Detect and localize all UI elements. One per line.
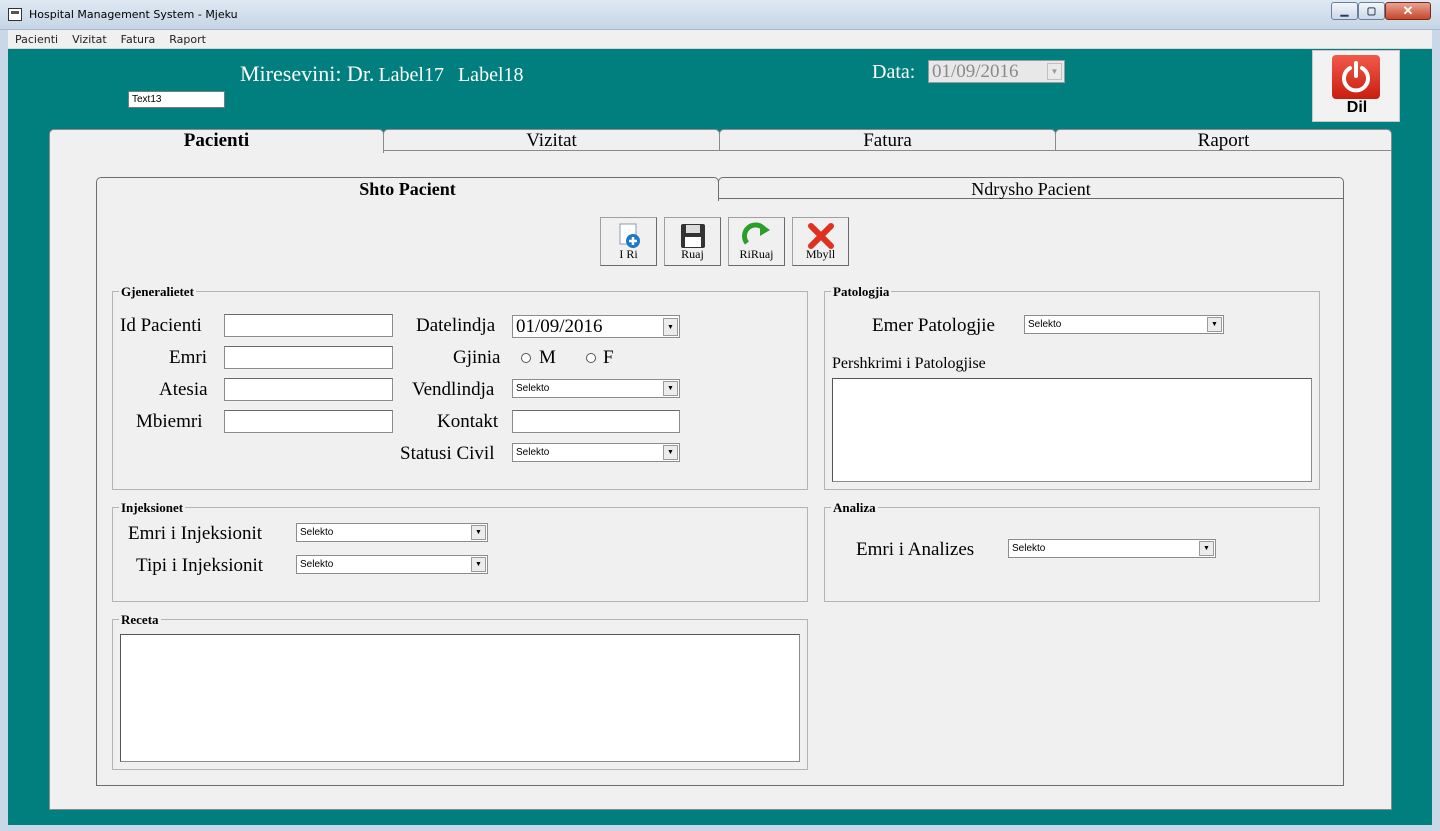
chevron-down-icon[interactable]: ▼ — [471, 525, 486, 540]
mbiemri-label: Mbiemri — [136, 411, 203, 432]
group-patologjia-title: Patologjia — [831, 284, 892, 300]
window-frame-bottom — [0, 825, 1440, 831]
vendlindja-value: Selekto — [516, 383, 550, 394]
chevron-down-icon[interactable]: ▼ — [663, 381, 678, 396]
resave-button-label: RiRuaj — [739, 247, 774, 261]
tipi-injeksionit-value: Selekto — [300, 559, 334, 570]
tipi-injeksionit-label: Tipi i Injeksionit — [136, 555, 264, 576]
window-title: Hospital Management System - Mjeku — [29, 8, 238, 21]
window-frame-right — [1432, 30, 1440, 831]
emri-analizes-label: Emri i Analizes — [856, 539, 975, 560]
resave-button[interactable]: RiRuaj — [728, 217, 785, 266]
chevron-down-icon[interactable]: ▼ — [1207, 317, 1222, 332]
kontakt-label: Kontakt — [437, 411, 499, 432]
receta-textarea[interactable] — [120, 634, 800, 762]
tab-vizitat[interactable]: Vizitat — [383, 129, 720, 151]
logout-button[interactable]: Dil — [1312, 50, 1400, 122]
pershkrimi-textarea[interactable] — [832, 378, 1312, 482]
mbiemri-field[interactable] — [224, 410, 393, 433]
vendlindja-label: Vendlindja — [412, 379, 495, 400]
chevron-down-icon[interactable]: ▼ — [1047, 63, 1062, 80]
gender-m-radio[interactable] — [521, 353, 531, 363]
tab-shto-pacient[interactable]: Shto Pacient — [96, 177, 719, 201]
atesia-label: Atesia — [159, 379, 208, 400]
pershkrimi-label: Pershkrimi i Patologjise — [832, 355, 986, 372]
tab-pacienti[interactable]: Pacienti — [49, 129, 384, 153]
tab-ndrysho-pacient[interactable]: Ndrysho Pacient — [718, 177, 1344, 199]
save-button[interactable]: Ruaj — [664, 217, 721, 266]
statusi-civil-value: Selekto — [516, 447, 550, 458]
id-pacienti-field[interactable] — [224, 314, 393, 337]
datelindja-value: 01/09/2016 — [516, 316, 603, 337]
emer-patologjie-label: Emer Patologjie — [872, 315, 995, 336]
power-icon — [1332, 55, 1380, 99]
emri-field[interactable] — [224, 346, 393, 369]
date-picker-header[interactable]: 01/09/2016 ▼ — [928, 60, 1065, 83]
emri-injeksionit-label: Emri i Injeksionit — [128, 523, 263, 544]
welcome-prefix: Miresevini: Dr. — [240, 61, 375, 86]
datelindja-label: Datelindja — [416, 315, 496, 336]
statusi-civil-select[interactable]: Selekto ▼ — [512, 443, 680, 462]
group-gjeneralitetet-title: Gjeneralietet — [119, 284, 196, 300]
tab-fatura[interactable]: Fatura — [719, 129, 1056, 151]
label18: Label18 — [457, 64, 524, 86]
minimize-button[interactable]: ▁ — [1331, 2, 1358, 20]
label17: Label17 — [378, 64, 444, 86]
new-button[interactable]: I Ri — [600, 217, 657, 266]
id-pacienti-label: Id Pacienti — [120, 315, 202, 336]
chevron-down-icon[interactable]: ▼ — [663, 318, 678, 336]
menu-raport[interactable]: Raport — [169, 33, 206, 46]
menu-pacienti[interactable]: Pacienti — [15, 33, 58, 46]
group-receta-title: Receta — [119, 612, 161, 628]
chevron-down-icon[interactable]: ▼ — [1199, 541, 1214, 556]
menu-fatura[interactable]: Fatura — [121, 33, 156, 46]
gender-f-radio[interactable] — [586, 353, 596, 363]
atesia-field[interactable] — [224, 378, 393, 401]
emri-injeksionit-select[interactable]: Selekto ▼ — [296, 523, 488, 542]
emri-injeksionit-value: Selekto — [300, 527, 334, 538]
chevron-down-icon[interactable]: ▼ — [663, 445, 678, 460]
close-button-label: Mbyll — [805, 247, 836, 261]
emri-analizes-value: Selekto — [1012, 543, 1046, 554]
tipi-injeksionit-select[interactable]: Selekto ▼ — [296, 555, 488, 574]
kontakt-field[interactable] — [512, 410, 680, 433]
emri-analizes-select[interactable]: Selekto ▼ — [1008, 539, 1216, 558]
close-button[interactable]: Mbyll — [792, 217, 849, 266]
window-frame-left — [0, 30, 8, 831]
welcome-text: Miresevini: Dr. Label17 Label18 — [240, 61, 524, 87]
chevron-down-icon[interactable]: ▼ — [471, 557, 486, 572]
statusi-civil-label: Statusi Civil — [400, 443, 495, 464]
data-label: Data: — [872, 61, 916, 83]
save-button-label: Ruaj — [681, 247, 704, 261]
vendlindja-select[interactable]: Selekto ▼ — [512, 379, 680, 398]
datelindja-picker[interactable]: 01/09/2016 ▼ — [512, 315, 680, 338]
menu-bar: Pacienti Vizitat Fatura Raport — [8, 30, 1432, 49]
group-injeksionet-title: Injeksionet — [119, 500, 186, 516]
logout-label: Dil — [1346, 99, 1368, 116]
text13-field[interactable]: Text13 — [128, 91, 225, 108]
gjinia-label: Gjinia — [453, 347, 501, 368]
emer-patologjie-value: Selekto — [1028, 319, 1062, 330]
title-bar: Hospital Management System - Mjeku ▁ ▢ ✕ — [0, 0, 1440, 30]
emri-label: Emri — [169, 347, 207, 368]
group-analiza-title: Analiza — [831, 500, 878, 516]
maximize-button[interactable]: ▢ — [1358, 2, 1385, 20]
new-button-label: I Ri — [619, 247, 638, 261]
gender-m-label: M — [539, 347, 556, 368]
tab-raport[interactable]: Raport — [1055, 129, 1392, 151]
date-value: 01/09/2016 — [932, 61, 1019, 82]
app-icon — [8, 8, 22, 21]
close-window-button[interactable]: ✕ — [1385, 2, 1431, 20]
emer-patologjie-select[interactable]: Selekto ▼ — [1024, 315, 1224, 334]
gender-f-label: F — [603, 347, 614, 368]
menu-vizitat[interactable]: Vizitat — [72, 33, 107, 46]
